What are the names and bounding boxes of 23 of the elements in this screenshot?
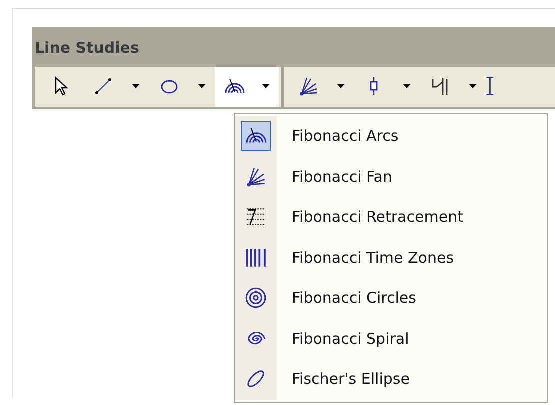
caret-icon bbox=[337, 84, 345, 89]
menu-item-label: Fibonacci Circles bbox=[291, 288, 416, 309]
caret-icon bbox=[403, 84, 411, 89]
circles-icon bbox=[245, 287, 267, 310]
caret-icon bbox=[469, 84, 477, 89]
time-zones-icon bbox=[245, 246, 267, 269]
bracket-icon bbox=[486, 77, 494, 96]
menu-item-label: Fibonacci Arcs bbox=[291, 126, 399, 147]
menu-item-label: Fibonacci Time Zones bbox=[291, 248, 454, 268]
fan-icon bbox=[245, 166, 267, 188]
cycle-lines-icon bbox=[430, 76, 450, 97]
menu-item-label: Fischer's Ellipse bbox=[291, 369, 410, 390]
caret-icon bbox=[198, 84, 206, 89]
menu-item-label: Fibonacci Retracement bbox=[291, 207, 464, 228]
caret-icon bbox=[132, 84, 140, 89]
fan-icon bbox=[298, 76, 318, 97]
menu-item-label: Fibonacci Fan bbox=[291, 166, 392, 188]
ellipse-icon bbox=[245, 368, 267, 390]
caret-icon bbox=[262, 84, 270, 89]
menu-item-label: Fibonacci Spiral bbox=[291, 328, 410, 350]
toolbar-title: Line Studies bbox=[35, 38, 140, 59]
line-icon bbox=[92, 76, 114, 97]
retracement-icon bbox=[245, 206, 267, 228]
